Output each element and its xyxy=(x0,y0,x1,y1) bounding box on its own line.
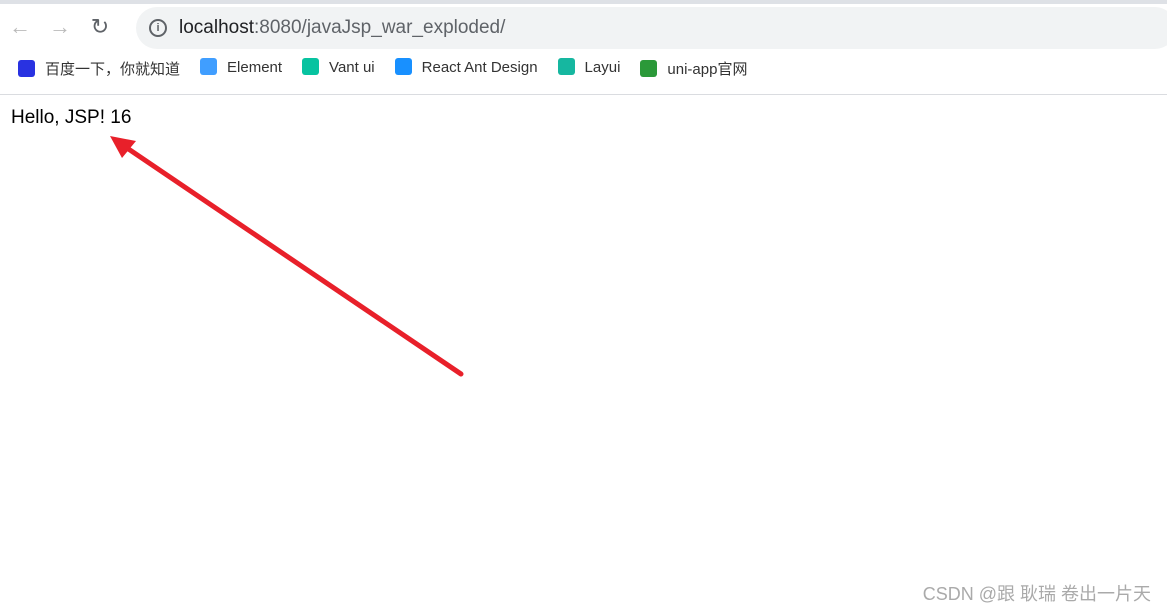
arrow-line xyxy=(121,143,464,377)
annotation-arrow xyxy=(110,136,464,377)
arrow-head xyxy=(110,136,136,158)
watermark: CSDN @跟 耿瑞 卷出一片天 xyxy=(922,584,1151,604)
